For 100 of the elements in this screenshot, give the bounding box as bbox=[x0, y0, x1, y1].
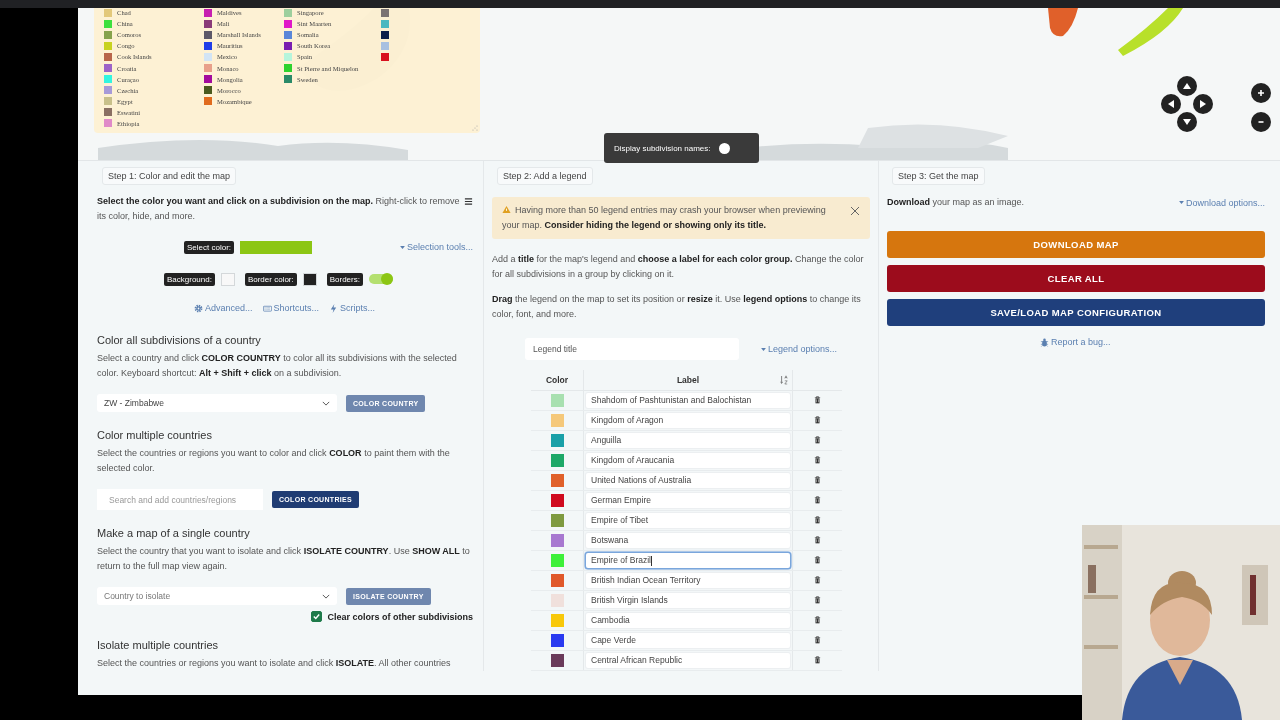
country-select[interactable]: ZW - Zimbabwe bbox=[97, 394, 337, 412]
label-field[interactable]: British Virgin Islands bbox=[586, 593, 790, 608]
background-color-picker[interactable] bbox=[220, 272, 235, 286]
label-field[interactable]: German Empire bbox=[586, 493, 790, 508]
borders-toggle[interactable] bbox=[368, 274, 393, 284]
triangle-down-icon bbox=[1182, 117, 1192, 127]
warning-text: Having more than 50 legend entries may crash your browser when previewing your map. Consider hiding the legend or showing only its title. bbox=[502, 204, 827, 232]
select-color-label: Select color: bbox=[184, 240, 235, 254]
color-swatch[interactable] bbox=[550, 534, 564, 547]
color-swatch[interactable] bbox=[550, 454, 564, 467]
label-field[interactable]: Anguilla bbox=[586, 433, 790, 448]
trash-icon[interactable] bbox=[814, 475, 821, 484]
pan-down-button[interactable] bbox=[1177, 112, 1197, 132]
color-picker[interactable] bbox=[240, 240, 313, 254]
close-icon[interactable] bbox=[850, 206, 860, 216]
trash-icon[interactable] bbox=[814, 415, 821, 424]
chevron-down-icon bbox=[322, 400, 330, 406]
options-link[interactable]: Advanced... bbox=[194, 303, 253, 313]
plus-icon bbox=[1256, 88, 1266, 98]
step-tab[interactable]: Step 3: Get the map bbox=[892, 167, 985, 185]
options-link[interactable]: Shortcuts... bbox=[262, 303, 320, 313]
section-description: Select a country and click COLOR COUNTRY to color all its subdivisions with the selected color. Keyboard shortcut: Alt + Shift + click on a subdivision. bbox=[97, 352, 458, 380]
label-field[interactable]: Cape Verde bbox=[586, 633, 790, 648]
caret-icon bbox=[1178, 201, 1184, 204]
section-description: Select the countries or regions you want to isolate and click ISOLATE. All other countries bbox=[97, 657, 452, 670]
section-description: Select the country that you want to isolate and click ISOLATE COUNTRY. Use SHOW ALL to return to the full map view again. bbox=[97, 545, 471, 573]
section-heading: Color all subdivisions of a country bbox=[97, 334, 262, 346]
border-color-picker[interactable] bbox=[302, 272, 317, 286]
trash-icon[interactable] bbox=[814, 655, 821, 664]
color-swatch[interactable] bbox=[550, 554, 564, 567]
color-swatch[interactable] bbox=[550, 574, 564, 587]
step-tab[interactable]: Step 1: Color and edit the map bbox=[102, 167, 237, 185]
legend-title-field[interactable]: Legend title bbox=[525, 338, 739, 360]
section-description: Select the countries or regions you want to color and click COLOR to paint them with the selected color. bbox=[97, 447, 451, 475]
color-swatch[interactable] bbox=[550, 654, 564, 667]
color-swatch[interactable] bbox=[550, 394, 564, 407]
label-field[interactable]: British Indian Ocean Territory bbox=[586, 573, 790, 588]
selection-tools-link[interactable]: Selection tools... bbox=[399, 242, 473, 252]
color-swatch[interactable] bbox=[550, 634, 564, 647]
trash-icon[interactable] bbox=[814, 555, 821, 564]
borders-label: Borders: bbox=[326, 272, 363, 286]
legend-options-link[interactable]: Legend options... bbox=[761, 344, 838, 354]
chevron-down-icon bbox=[322, 593, 330, 599]
subdivision-names-label: Display subdivision names: bbox=[614, 143, 711, 153]
search-field[interactable]: Search and add countries/regions bbox=[97, 489, 263, 510]
triangle-right-icon bbox=[1198, 99, 1208, 109]
report-bug-link[interactable]: Report a bug... bbox=[1040, 337, 1111, 347]
color-swatch[interactable] bbox=[550, 594, 564, 607]
trash-icon[interactable] bbox=[814, 615, 821, 624]
color-swatch[interactable] bbox=[550, 434, 564, 447]
trash-icon[interactable] bbox=[814, 495, 821, 504]
label-field[interactable]: Cambodia bbox=[586, 613, 790, 628]
trash-icon[interactable] bbox=[814, 455, 821, 464]
label-field[interactable]: Central African Republic bbox=[586, 653, 790, 668]
download-options-link[interactable]: Download options... bbox=[1178, 197, 1265, 208]
column-header: Color bbox=[531, 370, 584, 391]
label-field[interactable]: Kingdom of Aragon bbox=[586, 413, 790, 428]
label-field[interactable]: Botswana bbox=[586, 533, 790, 548]
label-field[interactable]: United Nations of Australia bbox=[586, 473, 790, 488]
pan-left-button[interactable] bbox=[1161, 94, 1181, 114]
color-swatch[interactable] bbox=[550, 494, 564, 507]
instructions-text: Drag the legend on the map to set its position or resize it. Use legend options to change its color, font, and more. bbox=[492, 293, 862, 321]
trash-icon[interactable] bbox=[814, 635, 821, 644]
caret-icon bbox=[399, 245, 405, 249]
trash-icon[interactable] bbox=[814, 595, 821, 604]
color-swatch[interactable] bbox=[550, 514, 564, 527]
section-heading: Color multiple countries bbox=[97, 429, 213, 441]
label-field[interactable]: Empire of Brazil bbox=[586, 553, 790, 568]
trash-icon[interactable] bbox=[814, 535, 821, 544]
label-field[interactable]: Empire of Tibet bbox=[586, 513, 790, 528]
pan-up-button[interactable] bbox=[1177, 76, 1197, 96]
trash-icon[interactable] bbox=[814, 575, 821, 584]
label-field[interactable]: Shahdom of Pashtunistan and Balochistan bbox=[586, 393, 790, 408]
action-button[interactable]: SAVE/LOAD MAP CONFIGURATION bbox=[887, 299, 1265, 326]
country-select[interactable]: Country to isolate bbox=[97, 587, 337, 605]
color-swatch[interactable] bbox=[550, 474, 564, 487]
zoom-out-button[interactable] bbox=[1251, 112, 1271, 132]
checkbox[interactable] bbox=[311, 611, 323, 622]
trash-icon[interactable] bbox=[814, 435, 821, 444]
action-button[interactable]: CLEAR ALL bbox=[887, 265, 1265, 292]
zoom-in-button[interactable] bbox=[1251, 83, 1271, 103]
step-tab[interactable]: Step 2: Add a legend bbox=[497, 167, 593, 185]
download-text: Download your map as an image. bbox=[887, 196, 1025, 209]
section-heading: Make a map of a single country bbox=[97, 527, 251, 539]
background-label: Background: bbox=[164, 272, 215, 286]
color-swatch[interactable] bbox=[550, 614, 564, 627]
trash-icon[interactable] bbox=[814, 395, 821, 404]
trash-icon[interactable] bbox=[814, 515, 821, 524]
label-field[interactable]: Kingdom of Araucania bbox=[586, 453, 790, 468]
map-legend[interactable] bbox=[94, 8, 480, 133]
pan-right-button[interactable] bbox=[1193, 94, 1213, 114]
sort-icon[interactable] bbox=[780, 375, 788, 385]
menu-icon[interactable] bbox=[464, 197, 473, 206]
options-link[interactable]: Scripts... bbox=[329, 303, 376, 313]
color-swatch[interactable] bbox=[550, 414, 564, 427]
column-header: Label bbox=[676, 375, 700, 385]
bug-icon bbox=[1040, 337, 1049, 347]
gear-icon bbox=[194, 303, 203, 313]
warning-icon bbox=[502, 205, 511, 214]
keyboard-icon bbox=[262, 303, 272, 313]
